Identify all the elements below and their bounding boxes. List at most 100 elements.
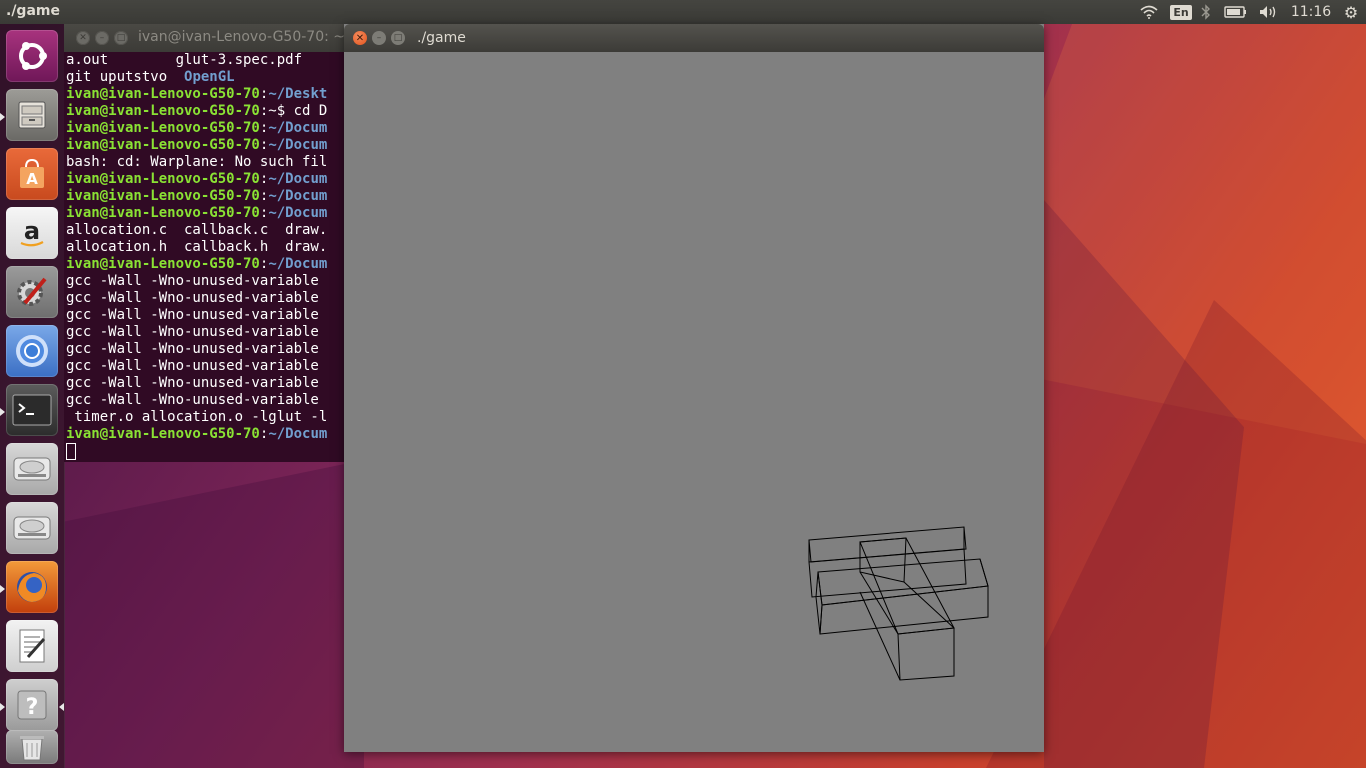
wifi-icon[interactable] xyxy=(1138,0,1160,24)
terminal-line: ivan@ivan-Lenovo-G50-70:~/Docum xyxy=(66,426,344,443)
terminal-text: gcc -Wall -Wno-unused-variable xyxy=(66,290,319,306)
keyboard-layout-indicator[interactable]: En xyxy=(1170,0,1192,24)
terminal-line: allocation.c callback.c draw. xyxy=(66,222,344,239)
active-app-title: ./game xyxy=(6,3,60,19)
battery-icon[interactable] xyxy=(1222,0,1250,24)
terminal-text: gcc -Wall -Wno-unused-variable xyxy=(66,358,319,374)
terminal-line: bash: cd: Warplane: No such fil xyxy=(66,154,344,171)
terminal-launcher-button[interactable] xyxy=(6,384,58,436)
top-panel: ./game En 11:16 ⚙ xyxy=(0,0,1366,24)
prompt-user: ivan@ivan-Lenovo-G50-70 xyxy=(66,205,260,221)
prompt-user: ivan@ivan-Lenovo-G50-70 xyxy=(66,256,260,272)
help-question-icon: ? xyxy=(17,690,47,720)
wireframe-edge xyxy=(979,558,989,587)
terminal-line: ivan@ivan-Lenovo-G50-70:~/Docum xyxy=(66,205,344,222)
trash-icon xyxy=(20,736,44,761)
disk-1-launcher-button[interactable] xyxy=(6,443,58,495)
svg-text:A: A xyxy=(26,170,38,188)
terminal-window[interactable]: ✕ – □ ivan@ivan-Lenovo-G50-70: ~/ a.out … xyxy=(64,24,344,462)
prompt-path: ~/Docum xyxy=(268,205,328,221)
directory-name: OpenGL xyxy=(184,69,235,85)
ubuntu-logo-icon xyxy=(19,42,47,70)
terminal-text: allocation.h callback.h draw. xyxy=(66,239,328,255)
trash-launcher-button[interactable] xyxy=(6,730,58,764)
prompt-user: ivan@ivan-Lenovo-G50-70 xyxy=(66,188,260,204)
terminal-line: allocation.h callback.h draw. xyxy=(66,239,344,256)
text-editor-launcher-button[interactable] xyxy=(6,620,58,672)
terminal-text: gcc -Wall -Wno-unused-variable xyxy=(66,392,319,408)
terminal-line: gcc -Wall -Wno-unused-variable xyxy=(66,358,344,375)
file-cabinet-icon xyxy=(18,101,46,129)
terminal-output[interactable]: a.out glut-3.spec.pdf git uputstvo OpenGL… xyxy=(66,52,344,461)
prompt-path: ~/Docum xyxy=(268,188,328,204)
wireframe-edge xyxy=(819,585,989,635)
clock[interactable]: 11:16 xyxy=(1289,0,1333,24)
wireframe-edge xyxy=(859,571,899,635)
terminal-text: gcc -Wall -Wno-unused-variable xyxy=(66,375,319,391)
firefox-icon xyxy=(17,572,47,602)
terminal-text: allocation.c callback.c draw. xyxy=(66,222,328,238)
opengl-canvas[interactable] xyxy=(344,52,1044,752)
terminal-maximize-button[interactable]: □ xyxy=(114,31,128,45)
game-minimize-button[interactable]: – xyxy=(372,31,386,45)
ubuntu-dash-button[interactable] xyxy=(6,30,58,82)
prompt-path: ~/Docum xyxy=(268,120,328,136)
disk-2-launcher-button[interactable] xyxy=(6,502,58,554)
prompt-user: ivan@ivan-Lenovo-G50-70 xyxy=(66,426,260,442)
prompt-path: ~/Docum xyxy=(268,256,328,272)
desktop-facet xyxy=(64,460,364,768)
text-editor-icon xyxy=(19,629,46,663)
bluetooth-icon[interactable] xyxy=(1197,0,1215,24)
terminal-line: a.out glut-3.spec.pdf xyxy=(66,52,344,69)
system-settings-launcher-button[interactable] xyxy=(6,266,58,318)
focus-indicator xyxy=(59,703,64,711)
firefox-launcher-button[interactable] xyxy=(6,561,58,613)
terminal-line: gcc -Wall -Wno-unused-variable xyxy=(66,307,344,324)
terminal-line xyxy=(66,443,344,461)
amazon-icon: a xyxy=(20,217,44,247)
wireframe-edge xyxy=(808,548,967,598)
game-titlebar[interactable]: ✕ – □ ./game xyxy=(344,24,1044,52)
game-close-button[interactable]: ✕ xyxy=(353,31,367,45)
help-launcher-button[interactable]: ? xyxy=(6,679,58,731)
hard-disk-icon xyxy=(13,457,51,481)
terminal-titlebar[interactable]: ✕ – □ ivan@ivan-Lenovo-G50-70: ~/ xyxy=(64,24,344,52)
terminal-text: gcc -Wall -Wno-unused-variable xyxy=(66,324,319,340)
terminal-line: gcc -Wall -Wno-unused-variable xyxy=(66,290,344,307)
wireframe-edge xyxy=(808,526,967,563)
terminal-line: gcc -Wall -Wno-unused-variable xyxy=(66,324,344,341)
running-indicator xyxy=(0,408,5,416)
prompt-user: ivan@ivan-Lenovo-G50-70 xyxy=(66,86,260,102)
prompt-user: ivan@ivan-Lenovo-G50-70 xyxy=(66,171,260,187)
terminal-icon xyxy=(12,394,52,426)
running-indicator xyxy=(0,585,5,593)
running-indicator xyxy=(0,113,5,121)
terminal-line: ivan@ivan-Lenovo-G50-70:~/Docum xyxy=(66,188,344,205)
terminal-minimize-button[interactable]: – xyxy=(95,31,109,45)
files-launcher-button[interactable] xyxy=(6,89,58,141)
terminal-line: gcc -Wall -Wno-unused-variable xyxy=(66,375,344,392)
prompt-user: ivan@ivan-Lenovo-G50-70 xyxy=(66,137,260,153)
wireframe-warplane xyxy=(808,526,989,681)
system-gear-icon[interactable]: ⚙ xyxy=(1339,0,1363,24)
volume-icon[interactable] xyxy=(1258,0,1280,24)
amazon-launcher-button[interactable]: a xyxy=(6,207,58,259)
settings-gear-wrench-icon xyxy=(17,277,47,306)
terminal-cursor xyxy=(66,443,76,460)
terminal-text: :~$ cd D xyxy=(259,103,328,119)
terminal-text: gcc -Wall -Wno-unused-variable xyxy=(66,307,319,323)
game-maximize-button[interactable]: □ xyxy=(391,31,405,45)
software-center-launcher-button[interactable]: A xyxy=(6,148,58,200)
chromium-launcher-button[interactable] xyxy=(6,325,58,377)
terminal-text: a.out glut-3.spec.pdf xyxy=(66,52,303,68)
svg-text:?: ? xyxy=(26,695,39,720)
prompt-path: ~/Deskt xyxy=(268,86,328,102)
hard-disk-icon xyxy=(13,516,51,540)
terminal-line: ivan@ivan-Lenovo-G50-70:~/Deskt xyxy=(66,86,344,103)
terminal-text: timer.o allocation.o -lglut -l xyxy=(66,409,328,425)
terminal-close-button[interactable]: ✕ xyxy=(76,31,90,45)
prompt-user: ivan@ivan-Lenovo-G50-70 xyxy=(66,120,260,136)
terminal-text: gcc -Wall -Wno-unused-variable xyxy=(66,273,319,289)
terminal-text: bash: cd: Warplane: No such fil xyxy=(66,154,328,170)
game-window[interactable]: ✕ – □ ./game xyxy=(344,24,1044,752)
